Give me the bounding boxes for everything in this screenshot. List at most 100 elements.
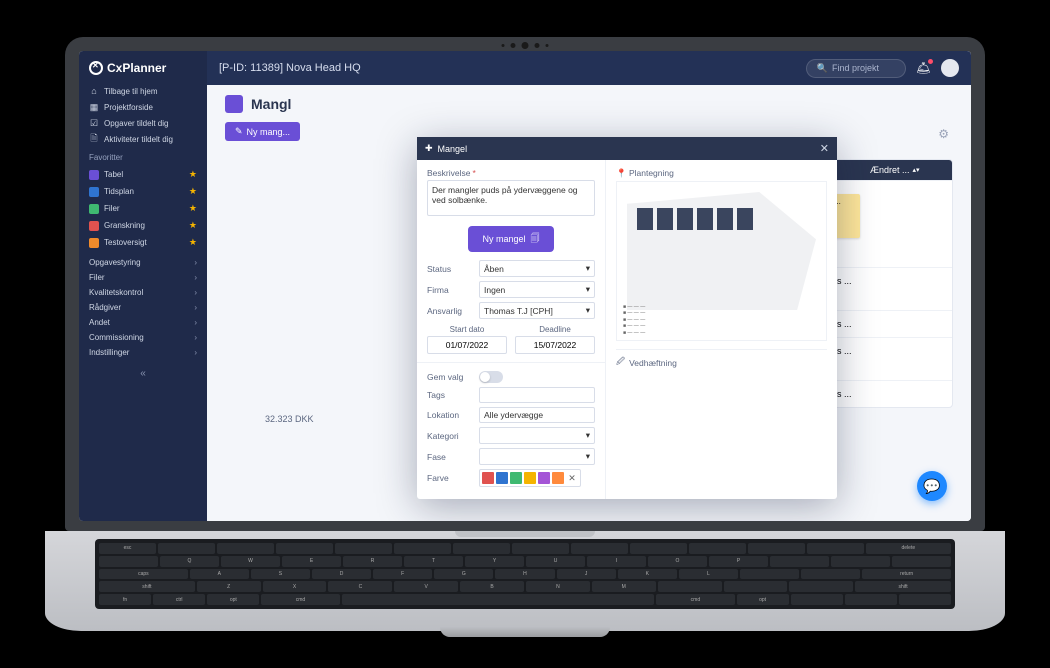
sidebar-group[interactable]: Filer › (79, 270, 207, 285)
color-swatch[interactable] (538, 472, 550, 484)
gear-icon[interactable]: ⚙ (938, 127, 949, 141)
group-label: Commissioning (89, 333, 144, 342)
col-aendret[interactable]: Ændret ...▴▾ (864, 160, 934, 180)
page-icon (225, 95, 243, 113)
fav-icon (89, 221, 99, 231)
sidebar-fav-item[interactable]: Tidsplan★ (79, 183, 207, 200)
start-label: Start dato (427, 325, 507, 334)
search-placeholder: Find projekt (832, 63, 879, 73)
color-swatch[interactable] (524, 472, 536, 484)
color-swatch[interactable] (510, 472, 522, 484)
ny-mangel-label: Ny mangel (482, 234, 525, 244)
star-icon[interactable]: ★ (189, 169, 197, 180)
sidebar-fav-item[interactable]: Granskning★ (79, 217, 207, 234)
fav-label: Tabel (104, 170, 123, 179)
floorplan[interactable]: ■ — — —■ — — —■ — — —■ — — —■ — — — (616, 181, 827, 341)
color-picker[interactable]: ✕ (479, 469, 581, 487)
kategori-select[interactable]: ▾ (479, 427, 595, 444)
avatar[interactable] (941, 59, 959, 77)
sidebar-item[interactable]: ⌂ Tilbage til hjem (79, 83, 207, 99)
sidebar-group[interactable]: Andet › (79, 315, 207, 330)
sidebar-fav-item[interactable]: Tabel ★ (79, 166, 207, 183)
fav-label: Filer (104, 204, 120, 213)
nav-icon: 🗎 (89, 134, 99, 144)
sidebar-group[interactable]: Rådgiver› (79, 300, 207, 315)
lokation-input[interactable]: Alle ydervægge (479, 407, 595, 423)
close-icon[interactable]: ✕ (820, 142, 829, 155)
group-label: Opgavestyring (89, 258, 141, 267)
brand-name: CxPlanner (107, 61, 166, 75)
attachment-section[interactable]: 🖉 Vedhæftning (616, 349, 827, 370)
topbar: [P-ID: 11389] Nova Head HQ 🔍 Find projek… (207, 51, 971, 85)
fase-select[interactable]: ▾ (479, 448, 595, 465)
color-swatch[interactable] (482, 472, 494, 484)
firma-label: Firma (427, 285, 473, 295)
fav-label: Testoversigt (104, 238, 147, 247)
nav-label: Projektforside (104, 103, 153, 112)
fav-icon (89, 170, 99, 180)
app-logo[interactable]: CxPlanner (79, 51, 207, 81)
status-select[interactable]: Åben▾ (479, 260, 595, 277)
start-date-input[interactable]: 01/07/2022 (427, 336, 507, 354)
collapse-sidebar-icon[interactable]: « (79, 362, 207, 385)
deadline-input[interactable]: 15/07/2022 (515, 336, 595, 354)
sidebar-group[interactable]: Commissioning› (79, 330, 207, 345)
chevron-right-icon: › (194, 318, 197, 327)
desc-input[interactable] (427, 180, 595, 216)
color-swatch[interactable] (552, 472, 564, 484)
ansvarlig-label: Ansvarlig (427, 306, 473, 316)
chat-fab[interactable]: 💬 (917, 471, 947, 501)
ansvarlig-select[interactable]: Thomas T.J [CPH]▾ (479, 302, 595, 319)
breadcrumb[interactable]: [P-ID: 11389] Nova Head HQ (219, 62, 361, 74)
group-label: Andet (89, 318, 110, 327)
nav-label: Aktiviteter tildelt dig (104, 135, 173, 144)
sidebar-fav-item[interactable]: Filer ★ (79, 200, 207, 217)
tags-input[interactable] (479, 387, 595, 403)
sidebar-group[interactable]: Indstillinger› (79, 345, 207, 360)
sidebar-item[interactable]: ▦ Projektforside (79, 99, 207, 115)
fase-label: Fase (427, 452, 473, 462)
star-icon[interactable]: ★ (189, 203, 197, 214)
favorites-header: Favoritter (79, 149, 207, 164)
sidebar-group[interactable]: Kvalitetskontrol › (79, 285, 207, 300)
kategori-label: Kategori (427, 431, 473, 441)
sidebar: CxPlanner ⌂ Tilbage til hjem ▦ Projektforsi… (79, 51, 207, 521)
lokation-label: Lokation (427, 410, 473, 420)
plan-legend: ■ — — —■ — — —■ — — —■ — — —■ — — — (623, 304, 645, 337)
color-swatch[interactable] (496, 472, 508, 484)
sidebar-group[interactable]: Opgavestyring› (79, 255, 207, 270)
chevron-right-icon: › (194, 273, 197, 282)
pencil-icon: ✎ (235, 126, 243, 137)
search-input[interactable]: 🔍 Find projekt (806, 59, 906, 78)
star-icon[interactable]: ★ (189, 237, 197, 248)
nav-label: Tilbage til hjem (104, 87, 158, 96)
fav-icon (89, 238, 99, 248)
gemvalg-toggle[interactable] (479, 371, 503, 383)
fav-icon (89, 204, 99, 214)
color-clear[interactable]: ✕ (566, 472, 578, 484)
star-icon[interactable]: ★ (189, 186, 197, 197)
plus-icon: ✚ (425, 143, 433, 154)
logo-icon (89, 61, 103, 75)
sidebar-fav-item[interactable]: Testoversigt ★ (79, 234, 207, 251)
group-label: Kvalitetskontrol (89, 288, 143, 297)
group-label: Indstillinger (89, 348, 129, 357)
group-label: Filer (89, 273, 105, 282)
nav-icon: ☑ (89, 118, 99, 128)
chevron-right-icon: › (194, 303, 197, 312)
farve-label: Farve (427, 473, 473, 483)
new-button-label: Ny mang... (247, 127, 291, 137)
firma-select[interactable]: Ingen▾ (479, 281, 595, 298)
star-icon[interactable]: ★ (189, 220, 197, 231)
camera-notch (502, 42, 549, 49)
nav-icon: ⌂ (89, 86, 99, 96)
nav-icon: ▦ (89, 102, 99, 112)
fav-icon (89, 187, 99, 197)
ny-mangel-button[interactable]: Ny mangel 🗐 (468, 226, 553, 252)
new-button[interactable]: ✎ Ny mang... (225, 122, 300, 141)
chevron-right-icon: › (194, 288, 197, 297)
sidebar-item[interactable]: 🗎 Aktiviteter tildelt dig (79, 131, 207, 147)
chevron-down-icon: ▾ (586, 305, 590, 316)
sidebar-item[interactable]: ☑Opgaver tildelt dig (79, 115, 207, 131)
bell-icon[interactable]: 🛎 (916, 61, 931, 75)
